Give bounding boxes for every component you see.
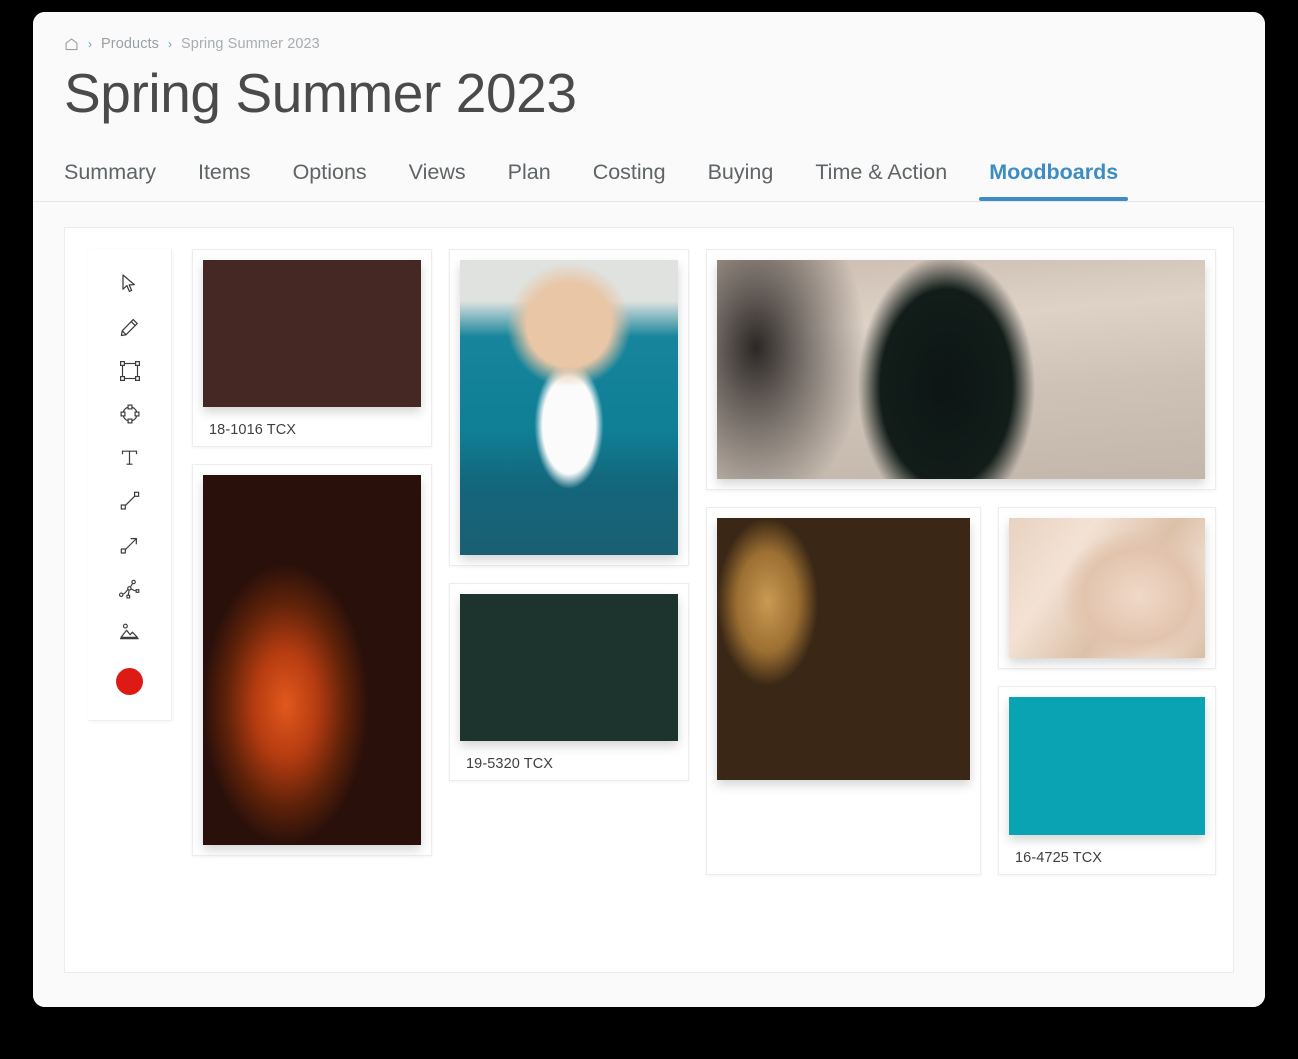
color-swatch-dark-green <box>460 594 678 741</box>
ellipse-icon <box>119 403 141 425</box>
color-swatch-maroon <box>203 260 421 407</box>
page-header: › Products › Spring Summer 2023 Spring S… <box>33 12 1265 202</box>
pencil-tool[interactable] <box>103 306 157 350</box>
breadcrumb-separator-2: › <box>168 37 173 51</box>
arrow-tool[interactable] <box>103 523 157 567</box>
moodboard-card-maroon-swatch[interactable]: 18-1016 TCX <box>192 249 432 447</box>
moodboard-column-3: 16-4725 TCX <box>706 249 1216 972</box>
breadcrumb-item-products[interactable]: Products <box>101 36 159 52</box>
color-swatch-teal <box>1009 697 1205 835</box>
moodboard-column-3b: 16-4725 TCX <box>998 507 1216 875</box>
text-t-icon <box>119 447 140 468</box>
color-swatch[interactable] <box>103 658 157 705</box>
moodboard-card-fabric-photo[interactable] <box>998 507 1216 669</box>
line-icon <box>119 490 141 512</box>
breadcrumb-item-current: Spring Summer 2023 <box>181 36 320 52</box>
moodboard-card-teal-swatch[interactable]: 16-4725 TCX <box>998 686 1216 875</box>
beige-knit-fabric-photo <box>1009 518 1205 658</box>
home-icon[interactable] <box>64 37 79 52</box>
moodboard-column-2: 19-5320 TCX <box>449 249 689 972</box>
screenshot-root: › Products › Spring Summer 2023 Spring S… <box>0 0 1298 1059</box>
tab-plan[interactable]: Plan <box>487 160 572 201</box>
moodboard-card-jacket-photo[interactable] <box>449 249 689 566</box>
tab-buying[interactable]: Buying <box>687 160 795 201</box>
breadcrumb-separator-1: › <box>88 37 92 51</box>
moodboard-subrow: 16-4725 TCX <box>706 507 1216 875</box>
rectangle-tool[interactable] <box>103 349 157 393</box>
ellipse-tool[interactable] <box>103 393 157 437</box>
page-body: 18-1016 TCX 19-5320 TCX 16-4725 TCX <box>33 202 1265 1007</box>
drawing-toolbar <box>88 249 172 721</box>
moodboard-card-logs-photo[interactable] <box>706 507 981 875</box>
line-tool[interactable] <box>103 480 157 524</box>
select-tool[interactable] <box>103 262 157 306</box>
app-window: › Products › Spring Summer 2023 Spring S… <box>33 12 1265 1007</box>
moodboard-grid: 18-1016 TCX 19-5320 TCX 16-4725 TCX <box>172 249 1233 972</box>
image-tool[interactable] <box>103 610 157 654</box>
moodboard-column-1: 18-1016 TCX <box>192 249 432 972</box>
color-swatch-dot <box>116 667 143 695</box>
image-mountain-icon <box>118 621 141 642</box>
tab-summary[interactable]: Summary <box>64 160 177 201</box>
moodboard-card-woman-photo[interactable] <box>706 249 1216 490</box>
text-tool[interactable] <box>103 436 157 480</box>
tab-costing[interactable]: Costing <box>572 160 687 201</box>
card-label: 19-5320 TCX <box>466 756 554 772</box>
curve-tool[interactable] <box>103 567 157 611</box>
woman-in-black-dress-street-photo <box>717 260 1205 479</box>
moodboard-canvas[interactable]: 18-1016 TCX 19-5320 TCX 16-4725 TCX <box>64 227 1234 973</box>
breadcrumb: › Products › Spring Summer 2023 <box>64 34 1265 54</box>
cursor-arrow-icon <box>120 273 139 294</box>
page-title: Spring Summer 2023 <box>64 62 577 124</box>
card-label: 18-1016 TCX <box>209 422 297 438</box>
stacked-cut-logs-photo <box>717 518 970 780</box>
moodboard-card-leaves-photo[interactable] <box>192 464 432 856</box>
rectangle-icon <box>119 360 141 382</box>
tab-items[interactable]: Items <box>177 160 272 201</box>
bezier-curve-icon <box>118 577 141 600</box>
tab-time-action[interactable]: Time & Action <box>794 160 968 201</box>
main-tabs: Summary Items Options Views Plan Costing… <box>64 160 1139 201</box>
card-label: 16-4725 TCX <box>1015 850 1103 866</box>
tab-moodboards[interactable]: Moodboards <box>968 160 1139 201</box>
moodboard-card-green-swatch[interactable]: 19-5320 TCX <box>449 583 689 781</box>
arrow-icon <box>119 534 141 556</box>
tab-views[interactable]: Views <box>388 160 487 201</box>
autumn-leaves-photo <box>203 475 421 845</box>
teal-denim-jacket-photo <box>460 260 678 555</box>
pencil-icon <box>119 317 140 338</box>
tab-options[interactable]: Options <box>272 160 388 201</box>
